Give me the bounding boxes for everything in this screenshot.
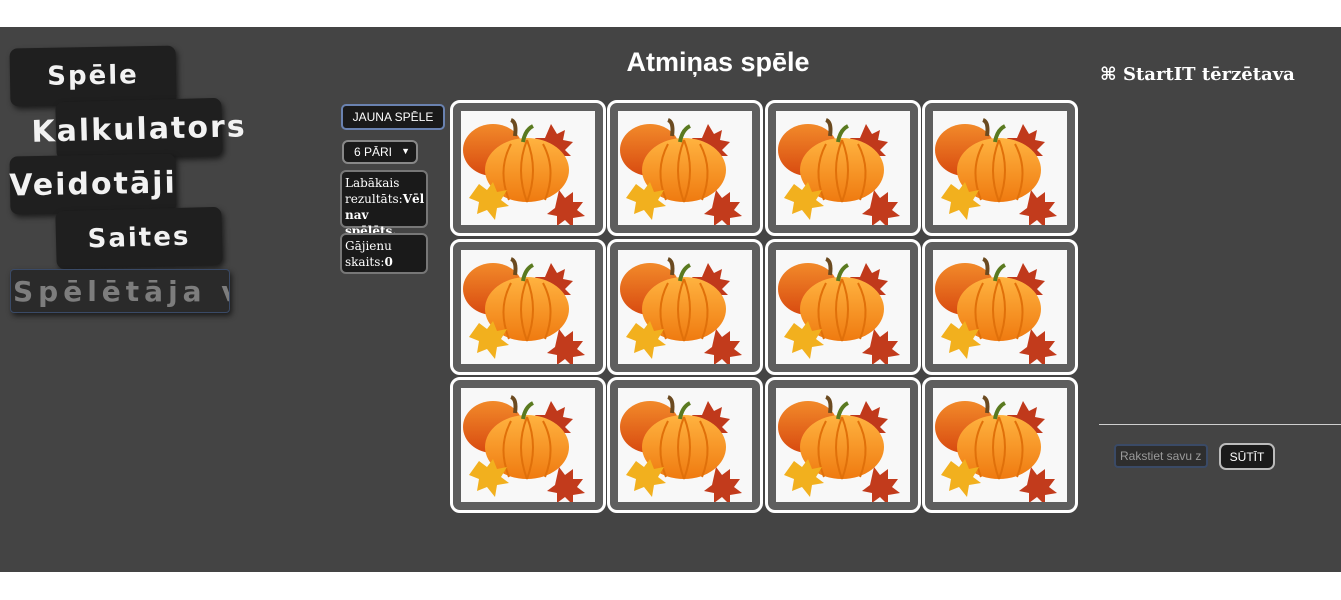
pumpkin-icon [776,111,910,225]
pumpkin-icon [618,250,752,364]
page-title: Atmiņas spēle [626,47,810,77]
memory-card[interactable] [765,377,921,513]
memory-card[interactable] [922,377,1078,513]
nav-item-player[interactable]: Spēlētāja v [10,269,230,313]
pairs-select-value: 6 PĀRI [354,145,393,159]
pumpkin-icon [933,388,1067,502]
pumpkin-icon [461,250,595,364]
pumpkin-icon [618,111,752,225]
memory-card[interactable] [765,239,921,375]
memory-card[interactable] [450,100,606,236]
pumpkin-icon [461,111,595,225]
pumpkin-icon [618,388,752,502]
memory-card[interactable] [765,100,921,236]
nav-item-game[interactable]: Spēle [9,45,177,107]
pumpkin-icon [776,250,910,364]
memory-card[interactable] [607,239,763,375]
pumpkin-icon [933,250,1067,364]
memory-card[interactable] [607,377,763,513]
chevron-down-icon: ▼ [401,146,410,156]
card-grid [450,100,1080,515]
nav-item-calculator[interactable]: Kalkulators [31,97,247,161]
memory-card[interactable] [450,239,606,375]
memory-card[interactable] [607,100,763,236]
new-game-button[interactable]: JAUNA SPĒLE [341,104,445,130]
page-body: Spēle Kalkulators Veidotāji Saites Spēlē… [0,27,1341,572]
nav-item-links[interactable]: Saites [55,206,223,270]
chat-title: ⌘ StartIT tērzētava [1100,64,1295,85]
nav-item-creators[interactable]: Veidotāji [9,153,177,215]
memory-card[interactable] [922,100,1078,236]
pumpkin-icon [933,111,1067,225]
best-score-label: Labākais rezultāts: [345,176,403,206]
pairs-select[interactable]: 6 PĀRI ▼ [342,140,418,164]
chat-input[interactable]: Rakstiet savu z [1114,444,1208,468]
memory-card[interactable] [450,377,606,513]
best-score-box: Labākais rezultāts:Vēl nav spēlēts. [340,170,428,238]
pumpkin-icon [461,388,595,502]
chat-divider [1099,424,1341,425]
pumpkin-icon [776,388,910,502]
moves-value: 0 [384,255,393,269]
send-button[interactable]: SŪTĪT [1219,443,1275,470]
memory-card[interactable] [922,239,1078,375]
moves-box: Gājienu skaits:0 [340,233,428,274]
